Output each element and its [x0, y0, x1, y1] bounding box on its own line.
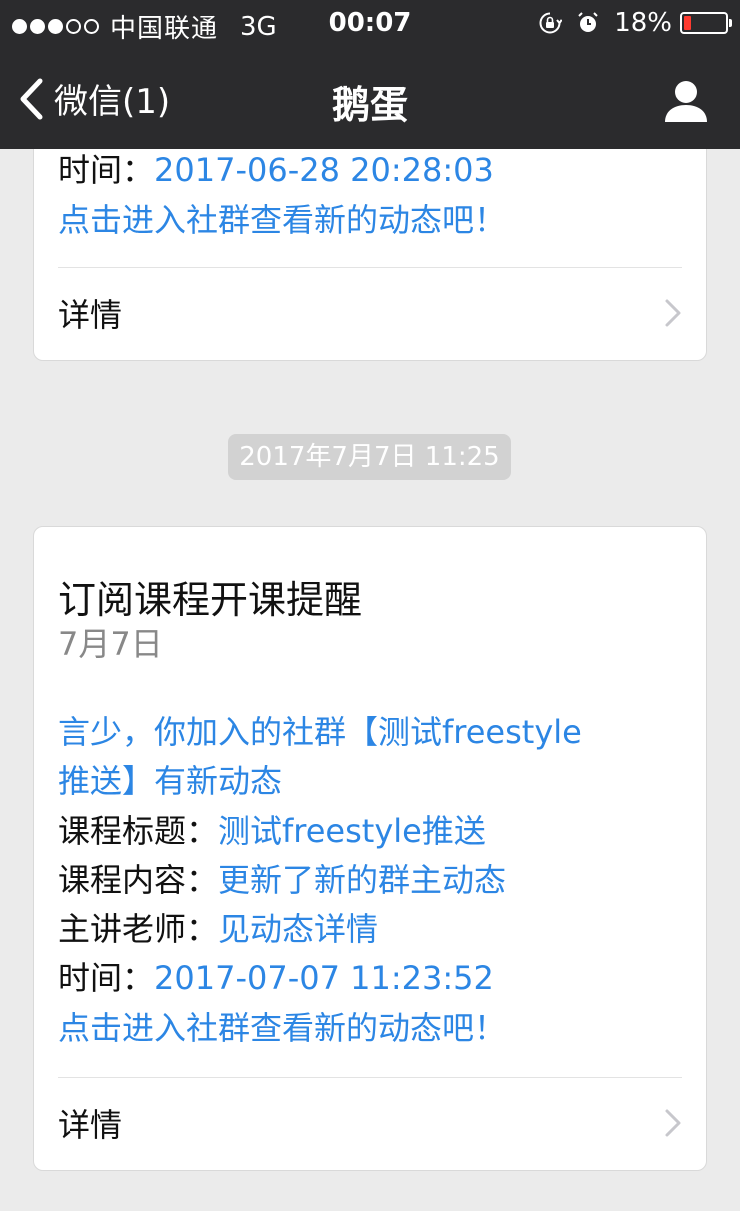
battery-nub — [729, 19, 732, 27]
status-icons: 18% — [538, 8, 732, 38]
time-label: 时间： — [58, 959, 155, 997]
timestamp-pill: 2017年7月7日 11:25 — [228, 434, 511, 480]
time-value: 2017-07-07 11:23:52 — [154, 959, 494, 997]
chevron-right-icon — [665, 299, 681, 327]
time-value: 2017-06-28 20:28:03 — [154, 151, 494, 189]
battery-icon — [680, 12, 732, 34]
time-label: 时间： — [58, 151, 155, 189]
page-title: 鹅蛋 — [331, 83, 408, 127]
status-bar: 中国联通 3G 00:07 18% — [0, 0, 740, 50]
alarm-icon — [578, 12, 598, 32]
cta-text: 点击进入社群查看新的动态吧！ — [58, 1009, 507, 1047]
course-content-label: 课程内容： — [58, 861, 219, 899]
top-bar: 中国联通 3G 00:07 18% 微信(1) 鹅蛋 — [0, 0, 740, 149]
teacher-value: 见动态详情 — [218, 910, 379, 948]
course-title-label: 课程标题： — [58, 812, 219, 850]
cta-text: 点击进入社群查看新的动态吧！ — [58, 201, 507, 239]
course-content-line: 课程内容：更新了新的群主动态 — [58, 859, 682, 901]
time-line: 时间：2017-07-07 11:23:52 — [58, 957, 682, 999]
course-content-value: 更新了新的群主动态 — [218, 861, 507, 899]
rotation-lock-icon — [539, 12, 563, 34]
teacher-line: 主讲老师：见动态详情 — [58, 908, 682, 950]
detail-label: 详情 — [58, 1106, 123, 1144]
intro-line: 推送】有新动态 — [58, 762, 283, 800]
battery-percent: 18% — [614, 8, 672, 38]
wechat-message-screen: 中国联通 3G 00:07 18% 微信(1) 鹅蛋 时间：2017-06-28… — [0, 0, 740, 1211]
detail-label: 详情 — [58, 296, 123, 334]
message-card: 订阅课程开课提醒 7月7日 言少，你加入的社群【测试freestyle 推送】有… — [33, 526, 707, 1171]
detail-row[interactable]: 详情 — [34, 268, 706, 358]
battery-level — [684, 16, 692, 30]
card-date: 7月7日 — [58, 625, 163, 663]
teacher-label: 主讲老师： — [58, 910, 219, 948]
intro-line: 言少，你加入的社群【测试freestyle — [58, 713, 582, 751]
detail-row[interactable]: 详情 — [34, 1078, 706, 1168]
chevron-right-icon — [665, 1109, 681, 1137]
card-title: 订阅课程开课提醒 — [58, 578, 363, 622]
nav-bar: 微信(1) 鹅蛋 — [0, 50, 740, 149]
time-line: 时间：2017-06-28 20:28:03 — [58, 149, 682, 191]
course-title-value: 测试freestyle推送 — [218, 812, 486, 850]
course-title-line: 课程标题：测试freestyle推送 — [58, 810, 682, 852]
person-icon[interactable] — [662, 76, 710, 124]
